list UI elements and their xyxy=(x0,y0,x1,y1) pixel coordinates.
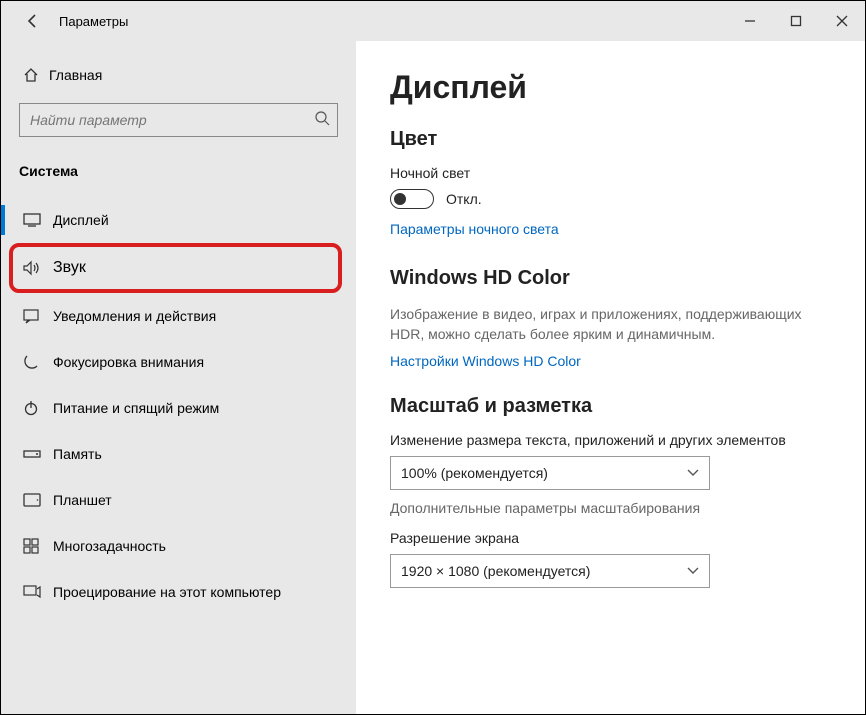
search-box[interactable] xyxy=(19,103,338,137)
scale-label: Изменение размера текста, приложений и д… xyxy=(390,432,831,448)
sidebar-item-label: Фокусировка внимания xyxy=(53,354,204,370)
sidebar-item-project[interactable]: Проецирование на этот компьютер xyxy=(1,569,356,615)
sidebar-item-power[interactable]: Питание и спящий режим xyxy=(1,385,356,431)
hd-color-heading: Windows HD Color xyxy=(390,267,831,290)
chevron-down-icon xyxy=(687,567,699,575)
sidebar-item-label: Уведомления и действия xyxy=(53,308,216,324)
hd-color-desc: Изображение в видео, играх и приложениях… xyxy=(390,304,831,345)
window-title: Параметры xyxy=(59,14,128,29)
sidebar-item-label: Планшет xyxy=(53,492,112,508)
resolution-value: 1920 × 1080 (рекомендуется) xyxy=(401,563,590,579)
sidebar-item-notifications[interactable]: Уведомления и действия xyxy=(1,293,356,339)
close-button[interactable] xyxy=(819,1,865,41)
scale-dropdown[interactable]: 100% (рекомендуется) xyxy=(390,456,710,490)
night-light-label: Ночной свет xyxy=(390,165,831,181)
resolution-dropdown[interactable]: 1920 × 1080 (рекомендуется) xyxy=(390,554,710,588)
focus-icon xyxy=(23,354,53,370)
night-light-settings-link[interactable]: Параметры ночного света xyxy=(390,221,831,237)
search-icon xyxy=(314,110,330,126)
sidebar-item-label: Память xyxy=(53,446,102,462)
sound-icon xyxy=(23,260,53,276)
scale-value: 100% (рекомендуется) xyxy=(401,465,548,481)
scale-heading: Масштаб и разметка xyxy=(390,395,831,418)
power-icon xyxy=(23,400,53,416)
sidebar-item-label: Звук xyxy=(53,259,86,277)
project-icon xyxy=(23,585,53,599)
sidebar-item-label: Дисплей xyxy=(53,212,109,228)
advanced-scale-link[interactable]: Дополнительные параметры масштабирования xyxy=(390,500,831,516)
minimize-button[interactable] xyxy=(727,1,773,41)
storage-icon xyxy=(23,448,53,460)
toggle-state: Откл. xyxy=(446,191,482,207)
titlebar: Параметры xyxy=(1,1,865,41)
multitask-icon xyxy=(23,538,53,554)
sidebar-item-storage[interactable]: Память xyxy=(1,431,356,477)
chevron-down-icon xyxy=(687,469,699,477)
content-area: Дисплей Цвет Ночной свет Откл. Параметры… xyxy=(356,41,865,714)
hd-color-link[interactable]: Настройки Windows HD Color xyxy=(390,353,831,369)
resolution-label: Разрешение экрана xyxy=(390,530,831,546)
sidebar-item-label: Многозадачность xyxy=(53,538,166,554)
sidebar-item-display[interactable]: Дисплей xyxy=(1,197,356,243)
night-light-toggle[interactable] xyxy=(390,189,434,209)
maximize-button[interactable] xyxy=(773,1,819,41)
color-heading: Цвет xyxy=(390,128,831,151)
display-icon xyxy=(23,213,53,227)
sidebar-item-multitask[interactable]: Многозадачность xyxy=(1,523,356,569)
home-icon xyxy=(23,67,49,83)
sidebar-item-tablet[interactable]: Планшет xyxy=(1,477,356,523)
tablet-icon xyxy=(23,493,53,507)
section-label: Система xyxy=(1,155,356,197)
home-link[interactable]: Главная xyxy=(1,57,356,93)
notifications-icon xyxy=(23,308,53,324)
page-title: Дисплей xyxy=(390,69,831,106)
sidebar-item-label: Питание и спящий режим xyxy=(53,400,219,416)
sidebar-item-sound[interactable]: Звук xyxy=(9,243,342,293)
sidebar-item-focus[interactable]: Фокусировка внимания xyxy=(1,339,356,385)
search-input[interactable] xyxy=(19,103,338,137)
sidebar-item-label: Проецирование на этот компьютер xyxy=(53,584,281,600)
back-button[interactable] xyxy=(13,13,53,29)
sidebar: Главная Система Дисплей Звук xyxy=(1,41,356,714)
home-label: Главная xyxy=(49,67,102,83)
